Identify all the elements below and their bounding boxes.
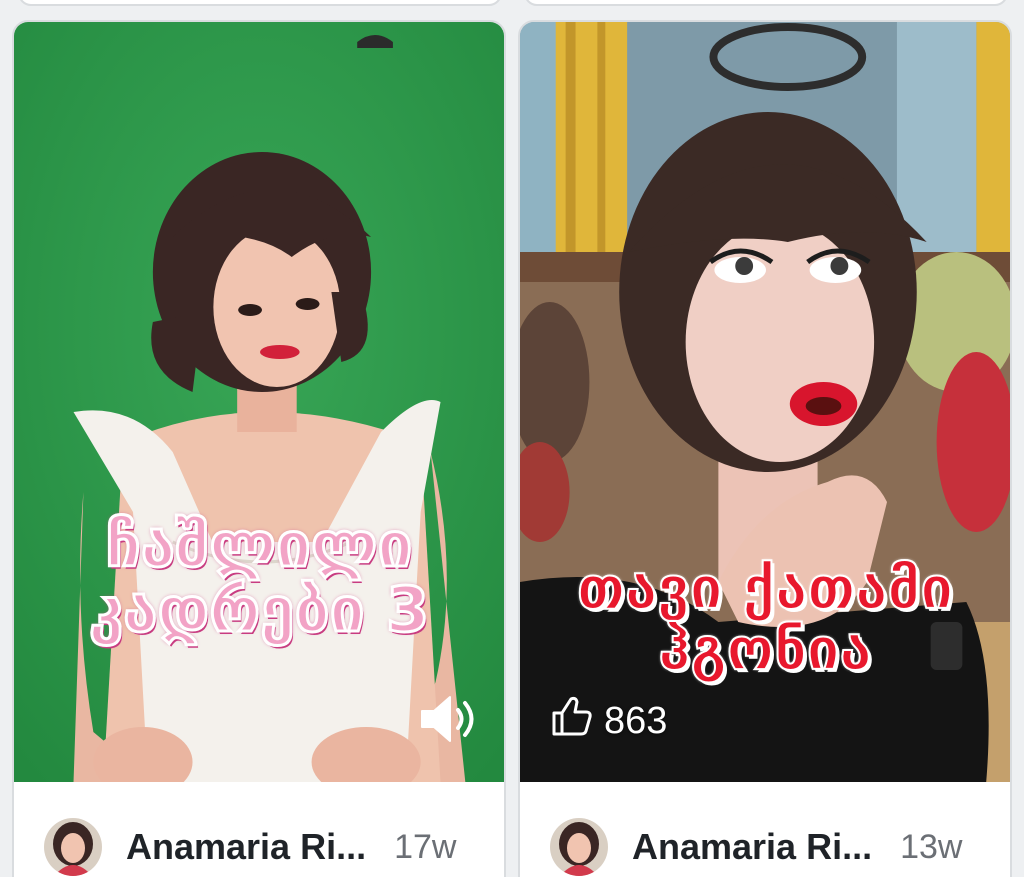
thumbnail-image-green-screen xyxy=(14,22,504,782)
overlay-title-line-2: კადრები 3 xyxy=(87,573,431,647)
avatar[interactable] xyxy=(44,818,102,876)
video-feed: ჩაშლილი კადრები 3 Anamaria Ri... 17w თავ… xyxy=(0,0,1024,877)
video-card-1[interactable]: ჩაშლილი კადრები 3 Anamaria Ri... 17w xyxy=(12,20,506,877)
video-card-2[interactable]: თავი ქათამი ჰგონია 863 Anamaria Ri... 13… xyxy=(518,20,1012,877)
post-age: 17w xyxy=(394,827,457,866)
previous-card-right-edge xyxy=(524,0,1008,6)
likes-number: 863 xyxy=(604,699,668,742)
previous-card-left-edge xyxy=(18,0,502,6)
overlay-title: ჩაშლილი კადრები 3 xyxy=(14,508,504,647)
overlay-title-line-1: თავი ქათამი xyxy=(576,554,954,622)
video-thumbnail-1[interactable]: ჩაშლილი კადრები 3 xyxy=(14,22,504,782)
thumbs-up-icon xyxy=(550,694,594,748)
overlay-title-line-1: ჩაშლილი xyxy=(104,508,414,581)
overlay-title: თავი ქათამი ჰგონია xyxy=(520,554,1010,683)
author-name[interactable]: Anamaria Ri... xyxy=(126,826,366,868)
post-age: 13w xyxy=(900,827,963,866)
avatar[interactable] xyxy=(550,818,608,876)
author-row[interactable]: Anamaria Ri... 17w xyxy=(44,818,504,876)
author-name[interactable]: Anamaria Ri... xyxy=(632,826,872,868)
speaker-on-icon[interactable] xyxy=(418,692,478,746)
overlay-title-line-2: ჰგონია xyxy=(657,614,872,683)
likes-count: 863 xyxy=(550,694,667,748)
author-row[interactable]: Anamaria Ri... 13w xyxy=(550,818,1010,876)
video-thumbnail-2[interactable]: თავი ქათამი ჰგონია 863 xyxy=(520,22,1010,782)
